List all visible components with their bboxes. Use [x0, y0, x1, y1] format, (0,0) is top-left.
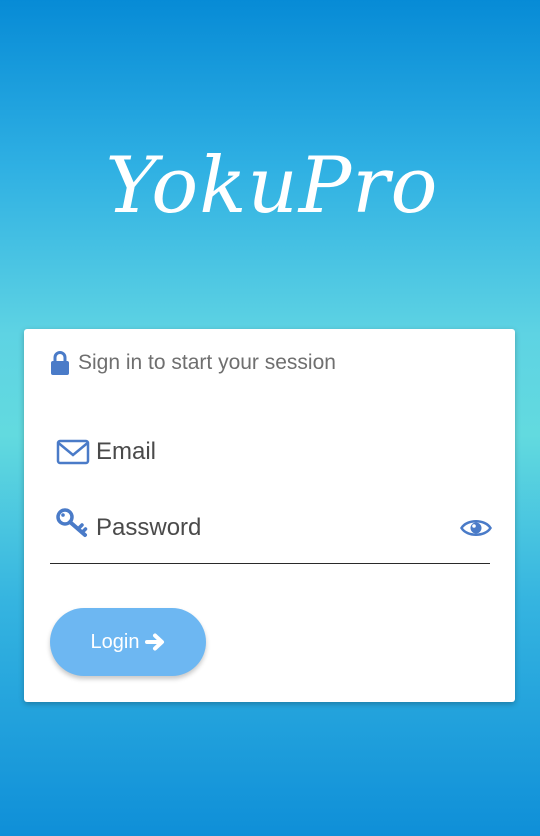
password-field	[50, 505, 492, 564]
app-logo: YokuPro	[0, 140, 540, 260]
key-icon	[56, 508, 88, 537]
login-button-label: Login	[90, 630, 140, 653]
lock-icon	[51, 351, 69, 375]
eye-icon[interactable]	[460, 516, 492, 540]
login-card-title: Sign in to start your session	[78, 351, 336, 374]
envelope-icon	[56, 439, 90, 465]
login-button[interactable]: Login	[50, 608, 206, 676]
logo-text: YokuPro	[106, 141, 439, 231]
login-card: Sign in to start your session Login	[24, 329, 515, 702]
password-input[interactable]	[96, 508, 416, 548]
login-card-header: Sign in to start your session	[50, 349, 336, 377]
arrow-right-icon	[145, 633, 165, 651]
email-field	[50, 430, 490, 474]
email-input[interactable]	[96, 432, 416, 472]
